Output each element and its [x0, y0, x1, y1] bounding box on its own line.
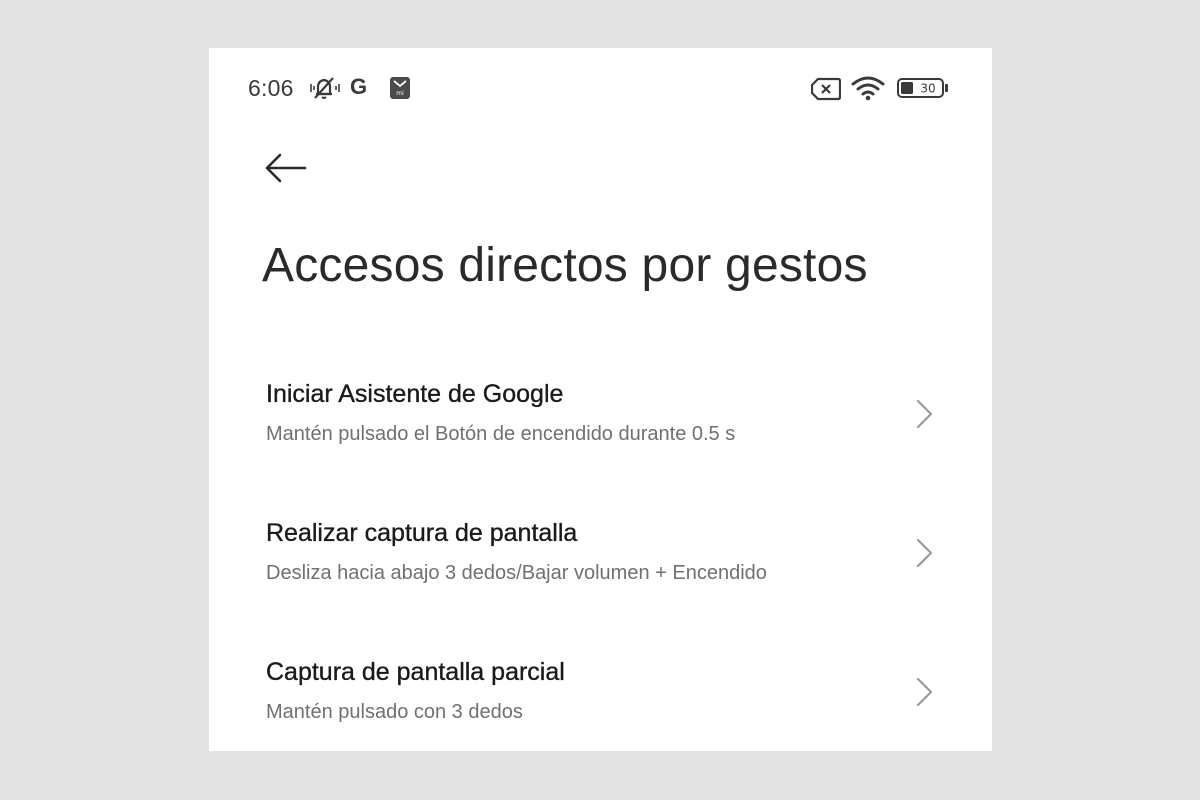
- battery-level: 30: [920, 82, 935, 96]
- list-item-google-assistant[interactable]: Iniciar Asistente de Google Mantén pulsa…: [209, 358, 992, 497]
- svg-text:mi: mi: [396, 90, 404, 97]
- mi-icon: mi: [390, 77, 410, 99]
- chevron-right-icon: [916, 538, 933, 568]
- do-not-disturb-icon: [310, 77, 340, 99]
- list-item-title: Iniciar Asistente de Google: [266, 380, 564, 408]
- list-item-subtitle: Mantén pulsado con 3 dedos: [266, 701, 523, 723]
- google-icon: G: [350, 74, 368, 99]
- status-bar: 6:06 G mi 30: [209, 48, 992, 128]
- list-item-partial-screenshot[interactable]: Captura de pantalla parcial Mantén pulsa…: [209, 636, 992, 751]
- list-item-screenshot[interactable]: Realizar captura de pantalla Desliza hac…: [209, 497, 992, 636]
- phone-screen: 6:06 G mi 30 Accesos directos por gestos…: [209, 48, 992, 751]
- arrow-left-icon: [265, 153, 307, 183]
- settings-list: Iniciar Asistente de Google Mantén pulsa…: [209, 358, 992, 751]
- chevron-right-icon: [916, 677, 933, 707]
- wifi-icon: [851, 76, 885, 101]
- battery-icon: 30: [897, 78, 948, 98]
- no-sim-icon: [811, 77, 841, 101]
- list-item-subtitle: Mantén pulsado el Botón de encendido dur…: [266, 423, 736, 445]
- back-button[interactable]: [261, 148, 309, 188]
- list-item-title: Realizar captura de pantalla: [266, 519, 578, 547]
- list-item-title: Captura de pantalla parcial: [266, 658, 565, 686]
- page-title: Accesos directos por gestos: [262, 239, 868, 292]
- status-time: 6:06: [248, 75, 294, 101]
- list-item-subtitle: Desliza hacia abajo 3 dedos/Bajar volume…: [266, 562, 767, 584]
- chevron-right-icon: [916, 399, 933, 429]
